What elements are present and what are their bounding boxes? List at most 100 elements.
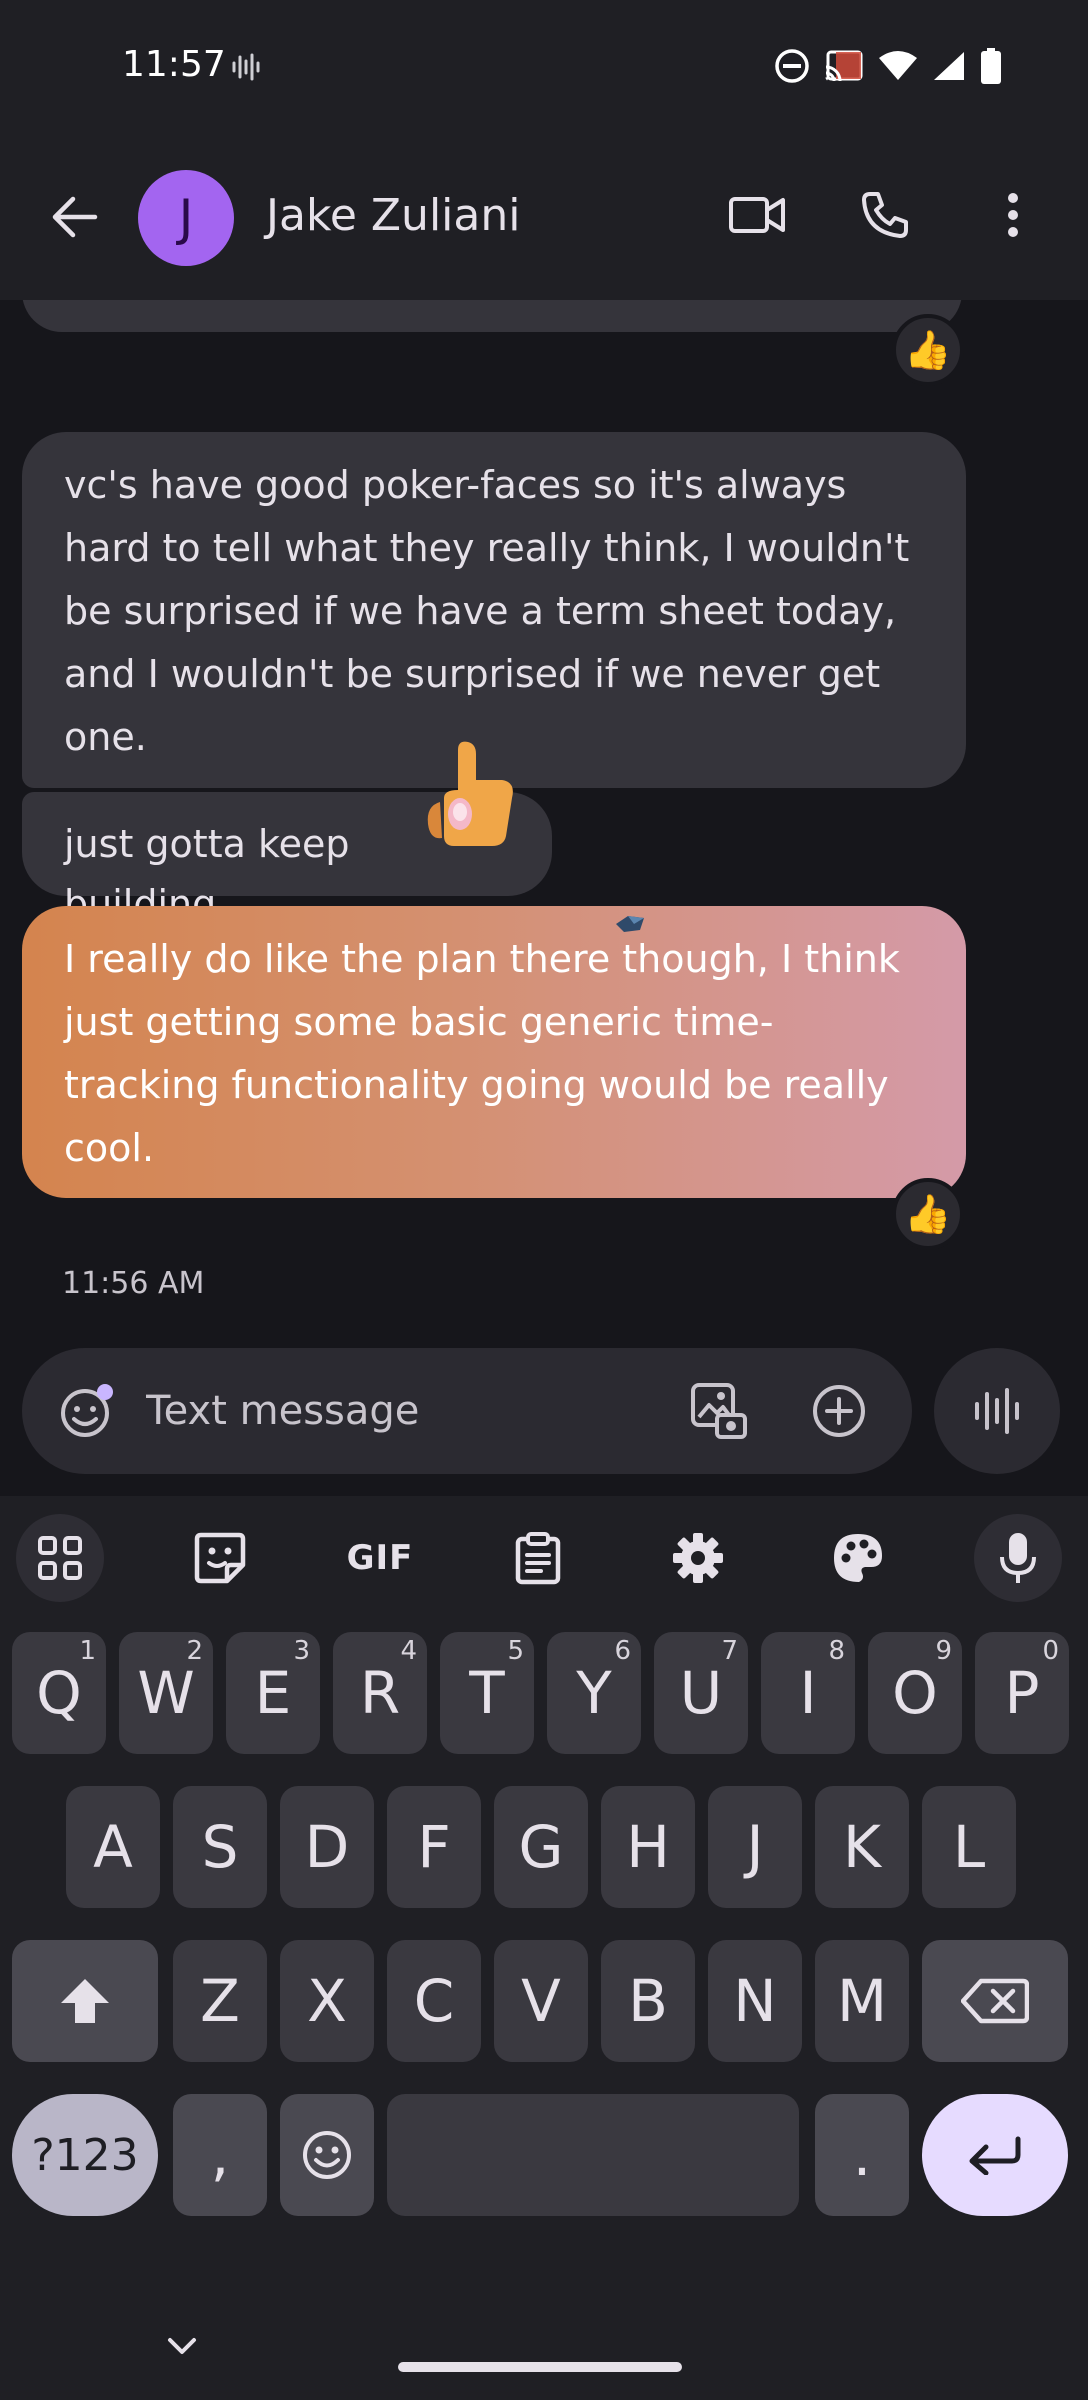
voice-typing-button[interactable] (974, 1514, 1062, 1602)
microphone-icon (1000, 1533, 1036, 1583)
bird-sticker-icon (616, 916, 644, 932)
arrow-back-icon (52, 196, 98, 238)
key-w[interactable]: W2 (119, 1632, 213, 1754)
gif-button[interactable]: GIF (336, 1514, 424, 1602)
key-s[interactable]: S (173, 1786, 267, 1908)
on-screen-keyboard: GIF Q 1 W 2 E 3 R 4 T 5 Y 6 U 7 I 8 O 9 … (0, 1496, 1088, 2400)
space-key[interactable] (387, 2094, 799, 2216)
emoji-add-icon (61, 1384, 113, 1437)
key-g[interactable]: G (494, 1786, 588, 1908)
key-m[interactable]: M (815, 1940, 909, 2062)
keyboard-settings-button[interactable] (654, 1514, 742, 1602)
key-p[interactable]: P0 (975, 1632, 1069, 1754)
signal-icon (934, 52, 964, 80)
key-y[interactable]: Y6 (547, 1632, 641, 1754)
sticker-button[interactable] (176, 1514, 264, 1602)
incoming-message-bubble[interactable]: vc's have good poker-faces so it's alway… (22, 432, 966, 788)
key-h[interactable]: H (601, 1786, 695, 1908)
messages-screen: 11:57 J Jake Zuliani 👍 vc's have good po… (0, 0, 1088, 2400)
more-vert-icon (1008, 193, 1018, 237)
sticker-icon (194, 1532, 246, 1584)
key-i[interactable]: I8 (761, 1632, 855, 1754)
key-u[interactable]: U7 (654, 1632, 748, 1754)
key-n[interactable]: N (708, 1940, 802, 2062)
gallery-icon (691, 1383, 747, 1439)
message-list[interactable]: 👍 vc's have good poker-faces so it's alw… (0, 300, 1088, 1340)
thumbs-up-icon: 👍 (904, 1191, 952, 1236)
phone-icon (862, 192, 908, 238)
symbols-key[interactable]: ?123 (12, 2094, 158, 2216)
status-icons (774, 48, 1002, 84)
key-d[interactable]: D (280, 1786, 374, 1908)
message-text: vc's have good poker-faces so it's alway… (64, 463, 910, 759)
comma-key[interactable]: , (173, 2094, 267, 2216)
previous-message-bubble[interactable] (22, 300, 962, 332)
voice-wave-icon (232, 53, 260, 81)
contact-name[interactable]: Jake Zuliani (266, 190, 520, 241)
keyboard-apps-button[interactable] (16, 1514, 104, 1602)
key-x[interactable]: X (280, 1940, 374, 2062)
emoji-key[interactable] (280, 2094, 374, 2216)
add-circle-icon (813, 1385, 865, 1437)
attach-media-button[interactable] (684, 1376, 754, 1446)
gesture-home-bar[interactable] (398, 2362, 682, 2372)
cast-icon (825, 50, 863, 82)
key-k[interactable]: K (815, 1786, 909, 1908)
avatar-initial: J (178, 189, 194, 247)
emoji-button[interactable] (52, 1376, 122, 1446)
status-time: 11:57 (122, 44, 226, 85)
voice-call-button[interactable] (850, 180, 920, 250)
key-e[interactable]: E3 (226, 1632, 320, 1754)
contact-avatar[interactable]: J (138, 170, 234, 266)
enter-key[interactable] (922, 2094, 1068, 2216)
status-bar: 11:57 (0, 0, 1088, 130)
outgoing-message-bubble[interactable]: I really do like the plan there though, … (22, 906, 966, 1198)
key-z[interactable]: Z (173, 1940, 267, 2062)
text-message-input[interactable] (146, 1378, 646, 1444)
reaction-badge[interactable]: 👍 (892, 1178, 964, 1250)
period-key[interactable]: . (815, 2094, 909, 2216)
key-b[interactable]: B (601, 1940, 695, 2062)
thumbs-up-icon: 👍 (904, 327, 952, 372)
key-a[interactable]: A (66, 1786, 160, 1908)
key-l[interactable]: L (922, 1786, 1016, 1908)
reaction-badge[interactable]: 👍 (892, 314, 964, 386)
back-button[interactable] (40, 182, 110, 252)
more-options-button[interactable] (978, 180, 1048, 250)
backspace-icon (961, 1978, 1029, 2024)
key-j[interactable]: J (708, 1786, 802, 1908)
video-call-button[interactable] (722, 180, 792, 250)
key-c[interactable]: C (387, 1940, 481, 2062)
clipboard-icon (515, 1532, 561, 1585)
keyboard-toolbar: GIF (0, 1496, 1088, 1612)
gif-label: GIF (346, 1538, 414, 1578)
palette-icon (834, 1534, 882, 1582)
conversation-header: J Jake Zuliani (0, 130, 1088, 300)
shift-key[interactable] (12, 1940, 158, 2062)
key-t[interactable]: T5 (440, 1632, 534, 1754)
add-attachment-button[interactable] (804, 1376, 874, 1446)
emoji-icon (303, 2131, 351, 2179)
voice-message-button[interactable] (934, 1348, 1060, 1474)
key-r[interactable]: R4 (333, 1632, 427, 1754)
hide-keyboard-chevron-icon[interactable] (160, 2332, 204, 2362)
shift-icon (61, 1979, 109, 2023)
apps-grid-icon (38, 1536, 82, 1580)
clipboard-button[interactable] (494, 1514, 582, 1602)
voice-wave-icon (975, 1388, 1019, 1434)
message-text: I really do like the plan there though, … (64, 937, 900, 1170)
key-q[interactable]: Q1 (12, 1632, 106, 1754)
video-camera-icon (729, 197, 785, 233)
message-timestamp: 11:56 AM (62, 1266, 205, 1301)
wifi-icon (879, 51, 917, 80)
key-o[interactable]: O9 (868, 1632, 962, 1754)
gear-icon (673, 1533, 723, 1583)
key-f[interactable]: F (387, 1786, 481, 1908)
theme-button[interactable] (814, 1514, 902, 1602)
key-v[interactable]: V (494, 1940, 588, 2062)
enter-icon (969, 2136, 1021, 2175)
compose-bar (22, 1348, 912, 1474)
do-not-disturb-icon (775, 49, 809, 83)
header-actions (722, 180, 1048, 250)
backspace-key[interactable] (922, 1940, 1068, 2062)
